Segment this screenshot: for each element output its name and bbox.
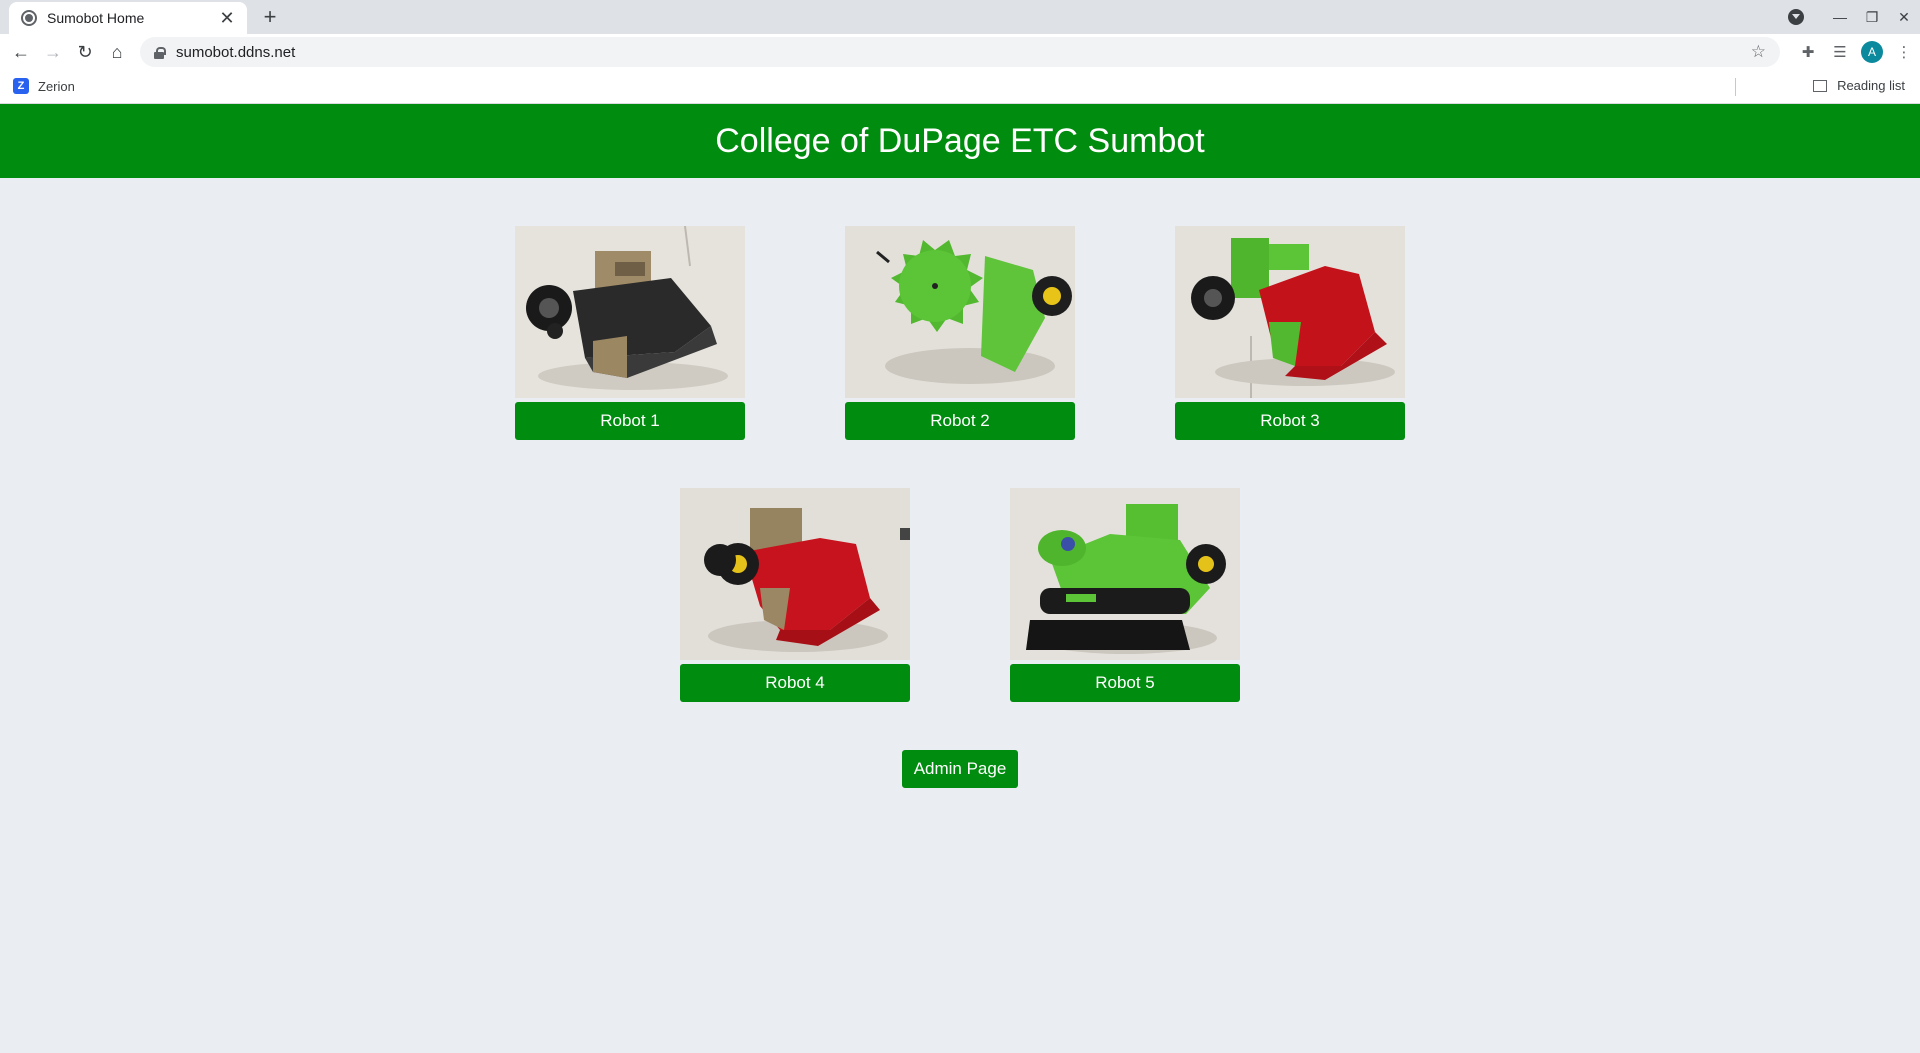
profile-avatar[interactable]: A: [1861, 41, 1883, 63]
zerion-icon: Z: [13, 78, 29, 94]
robot-card-5: Robot 5: [1010, 488, 1240, 702]
robot-card-2: Robot 2: [845, 226, 1075, 440]
tab-strip: Sumobot Home ✕ + — ❐ ✕: [0, 0, 1920, 34]
reading-list-icon: [1813, 79, 1828, 92]
admin-page-button[interactable]: Admin Page: [902, 750, 1018, 788]
restore-icon[interactable]: ❐: [1856, 9, 1888, 26]
forward-icon[interactable]: →: [41, 40, 65, 64]
new-tab-icon[interactable]: +: [258, 5, 282, 29]
robot-3-photo: [1175, 226, 1405, 398]
bookmark-zerion[interactable]: Z Zerion: [13, 78, 75, 94]
robot-1-photo: [515, 226, 745, 398]
robot-3-button[interactable]: Robot 3: [1175, 402, 1405, 440]
robot-card-4: Robot 4: [680, 488, 910, 702]
address-bar[interactable]: sumobot.ddns.net ☆: [140, 37, 1780, 67]
tab-title: Sumobot Home: [47, 10, 145, 26]
toolbar-actions: ✚ ☰ A ⋮: [1792, 34, 1920, 70]
robot-5-button[interactable]: Robot 5: [1010, 664, 1240, 702]
bookmarks-divider: [1735, 78, 1736, 96]
robot-4-photo: [680, 488, 910, 660]
reload-icon[interactable]: ↻: [73, 40, 97, 64]
robot-card-1: Robot 1: [515, 226, 745, 440]
robot-5-photo: [1010, 488, 1240, 660]
close-tab-icon[interactable]: ✕: [217, 8, 237, 28]
back-icon[interactable]: ←: [9, 40, 33, 64]
robot-2-button[interactable]: Robot 2: [845, 402, 1075, 440]
url-text[interactable]: sumobot.ddns.net: [176, 44, 1751, 61]
window-controls: — ❐ ✕: [1788, 0, 1920, 34]
browser-tab[interactable]: Sumobot Home ✕: [9, 2, 247, 34]
minimize-icon[interactable]: —: [1824, 9, 1856, 25]
globe-icon: [21, 10, 37, 26]
bookmark-label: Zerion: [38, 78, 75, 94]
lock-icon[interactable]: [154, 46, 166, 59]
close-window-icon[interactable]: ✕: [1888, 9, 1920, 26]
site-header: College of DuPage ETC Sumbot: [0, 104, 1920, 178]
browser-toolbar: ← → ↻ ⌂ sumobot.ddns.net ☆: [0, 34, 1920, 70]
robot-4-button[interactable]: Robot 4: [680, 664, 910, 702]
media-control-icon[interactable]: ☰: [1824, 43, 1856, 61]
robot-1-button[interactable]: Robot 1: [515, 402, 745, 440]
tab-search-icon[interactable]: [1788, 9, 1804, 25]
home-icon[interactable]: ⌂: [105, 40, 129, 64]
reading-list-label: Reading list: [1837, 78, 1905, 93]
menu-icon[interactable]: ⋮: [1888, 43, 1920, 61]
robot-2-photo: [845, 226, 1075, 398]
extensions-icon[interactable]: ✚: [1792, 43, 1824, 61]
bookmark-star-icon[interactable]: ☆: [1751, 42, 1766, 62]
bookmarks-bar: Z Zerion Reading list: [0, 70, 1920, 104]
robot-card-3: Robot 3: [1175, 226, 1405, 440]
page-title: College of DuPage ETC Sumbot: [715, 121, 1205, 160]
reading-list-button[interactable]: Reading list: [1813, 78, 1905, 93]
